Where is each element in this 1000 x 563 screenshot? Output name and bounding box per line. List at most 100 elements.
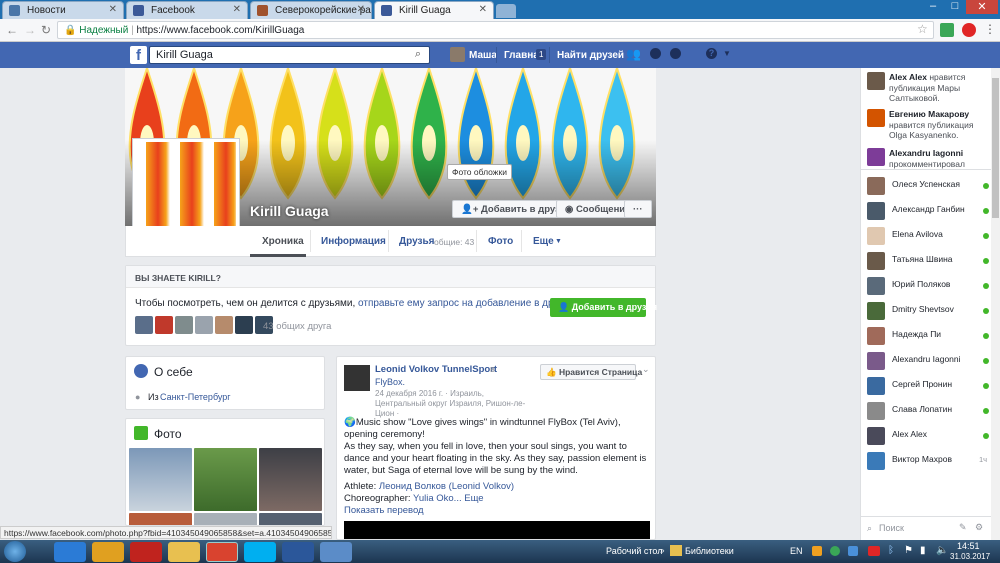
control-panel-icon[interactable] bbox=[320, 542, 352, 562]
reload-icon[interactable]: ↻ bbox=[41, 23, 51, 37]
help-icon[interactable]: ? bbox=[706, 48, 717, 59]
chat-contact[interactable]: Сергей Пронин bbox=[867, 375, 989, 400]
browser-tab[interactable]: Facebook ✕ bbox=[126, 1, 248, 19]
find-friends-link[interactable]: Найти друзей bbox=[557, 50, 624, 61]
avatar[interactable] bbox=[195, 316, 213, 334]
libraries-toolbar[interactable]: Библиотеки bbox=[685, 546, 734, 556]
chat-contact[interactable]: Alex Alex bbox=[867, 425, 989, 450]
search-input[interactable]: Kirill Guaga ⌕ bbox=[149, 46, 430, 64]
send-request-link[interactable]: отправьте ему запрос на добавление в дру… bbox=[358, 298, 576, 309]
minimize-button[interactable]: – bbox=[922, 0, 944, 14]
tab-photos[interactable]: Фото bbox=[488, 236, 513, 247]
skype-icon[interactable] bbox=[244, 542, 276, 562]
tray-icon[interactable] bbox=[868, 546, 880, 556]
choreographer-link[interactable]: Yulia Oko... bbox=[413, 493, 462, 504]
bluetooth-icon[interactable]: ᛒ bbox=[888, 545, 894, 556]
edit-icon[interactable]: ✎ bbox=[959, 522, 967, 533]
close-icon[interactable]: ✕ bbox=[357, 4, 365, 15]
photo-thumbnail[interactable] bbox=[129, 513, 192, 525]
extension-icon[interactable] bbox=[940, 23, 954, 37]
author-avatar[interactable] bbox=[344, 365, 370, 391]
notifications-icon[interactable] bbox=[670, 48, 681, 59]
desktop-toolbar[interactable]: Рабочий стол bbox=[606, 546, 663, 556]
flag-icon[interactable]: ⚑ bbox=[904, 545, 913, 556]
add-friend-button[interactable]: 👤 Добавить в друзья bbox=[550, 298, 657, 317]
about-title[interactable]: О себе bbox=[154, 365, 193, 379]
network-icon[interactable]: ▮ bbox=[920, 545, 926, 556]
chrome-icon[interactable] bbox=[206, 542, 238, 562]
photo-thumbnail[interactable] bbox=[194, 513, 257, 525]
clock-time[interactable]: 14:51 bbox=[957, 541, 980, 551]
video-player[interactable] bbox=[344, 521, 650, 539]
back-icon[interactable]: ← bbox=[6, 23, 18, 37]
tab-info[interactable]: Информация bbox=[321, 236, 386, 247]
start-button[interactable] bbox=[4, 541, 26, 562]
close-icon[interactable]: ✕ bbox=[479, 4, 487, 15]
chat-contact[interactable]: Татьяна Швина bbox=[867, 250, 989, 275]
athlete-link[interactable]: Леонид Волков (Leonid Volkov) bbox=[379, 481, 514, 492]
more-options-button[interactable]: ··· bbox=[624, 200, 652, 218]
tray-icon[interactable] bbox=[830, 546, 840, 556]
author-link[interactable]: Leonid Volkov TunnelSport bbox=[375, 364, 497, 375]
see-more-link[interactable]: Еще bbox=[464, 493, 483, 504]
avatar[interactable] bbox=[155, 316, 173, 334]
new-tab-button[interactable] bbox=[496, 4, 516, 18]
explorer-icon[interactable] bbox=[168, 542, 200, 562]
photos-title[interactable]: Фото bbox=[154, 427, 182, 441]
chat-contact[interactable]: Dmitry Shevtsov bbox=[867, 300, 989, 325]
avatar[interactable] bbox=[215, 316, 233, 334]
chat-contact[interactable]: Виктор Махров 1ч bbox=[867, 450, 989, 475]
gear-icon[interactable]: ⚙ bbox=[975, 522, 983, 533]
photo-thumbnail[interactable] bbox=[194, 448, 257, 511]
scrollbar-thumb[interactable] bbox=[992, 78, 999, 218]
star-icon[interactable]: ☆ bbox=[917, 22, 928, 36]
tab-timeline[interactable]: Хроника bbox=[262, 236, 304, 247]
photo-thumbnail[interactable] bbox=[259, 448, 322, 511]
browser-tab-active[interactable]: Kirill Guaga ✕ bbox=[374, 1, 494, 19]
word-icon[interactable] bbox=[282, 542, 314, 562]
double-chevron-icon[interactable]: » bbox=[660, 546, 664, 555]
avatar[interactable] bbox=[175, 316, 193, 334]
chat-contact[interactable]: Alexandru Iagonni bbox=[867, 350, 989, 375]
browser-tab[interactable]: Новости ✕ bbox=[2, 1, 124, 19]
tab-friends[interactable]: Друзья bbox=[399, 236, 434, 247]
language-indicator[interactable]: EN bbox=[790, 546, 803, 556]
browser-tab[interactable]: Северокорейские рабы ✕ bbox=[250, 1, 372, 19]
chevron-down-icon[interactable]: ▼ bbox=[723, 49, 731, 58]
show-translation-link[interactable]: Показать перевод bbox=[344, 505, 650, 517]
chat-contact[interactable]: Юрий Поляков bbox=[867, 275, 989, 300]
avatar[interactable] bbox=[450, 47, 465, 62]
search-icon[interactable]: ⌕ bbox=[415, 48, 421, 61]
url-field[interactable]: 🔒 Надежный | https://www.facebook.com/Ki… bbox=[57, 21, 934, 39]
forward-icon[interactable]: → bbox=[24, 23, 36, 37]
menu-icon[interactable]: ⋮ bbox=[984, 22, 996, 36]
tray-icon[interactable] bbox=[812, 546, 822, 556]
chat-contact[interactable]: Олеся Успенская bbox=[867, 175, 989, 200]
chat-contact[interactable]: Elena Avilova bbox=[867, 225, 989, 250]
chat-search-input[interactable]: Поиск bbox=[879, 523, 904, 533]
avatar[interactable] bbox=[235, 316, 253, 334]
scrollbar[interactable] bbox=[991, 68, 1000, 540]
chevron-down-icon[interactable]: ⌄ bbox=[642, 364, 650, 375]
like-page-button[interactable]: 👍 Нравится Страница bbox=[540, 364, 642, 380]
profile-link[interactable]: Маша bbox=[469, 50, 497, 61]
adblock-icon[interactable] bbox=[962, 23, 976, 37]
close-icon[interactable]: ✕ bbox=[233, 4, 241, 15]
chat-contact[interactable]: Александр Ганбин bbox=[867, 200, 989, 225]
chat-contact[interactable]: Слава Лопатин bbox=[867, 400, 989, 425]
mutual-friends-link[interactable]: 43 общих друга bbox=[263, 321, 331, 332]
city-link[interactable]: Санкт-Петербург bbox=[160, 392, 231, 402]
chat-contact[interactable]: Надежда Пи bbox=[867, 325, 989, 350]
opera-icon[interactable] bbox=[130, 542, 162, 562]
volume-icon[interactable]: 🔈 bbox=[936, 545, 948, 556]
media-player-icon[interactable] bbox=[92, 542, 124, 562]
internet-explorer-icon[interactable] bbox=[54, 542, 86, 562]
facebook-logo-icon[interactable]: f bbox=[130, 46, 147, 64]
close-icon[interactable]: ✕ bbox=[109, 4, 117, 15]
friend-requests-icon[interactable]: 👥 bbox=[626, 47, 641, 61]
messenger-icon[interactable] bbox=[650, 48, 661, 59]
photo-thumbnail[interactable] bbox=[259, 513, 322, 525]
maximize-button[interactable]: □ bbox=[944, 0, 966, 14]
avatar[interactable] bbox=[135, 316, 153, 334]
profile-name[interactable]: Kirill Guaga bbox=[250, 203, 329, 219]
